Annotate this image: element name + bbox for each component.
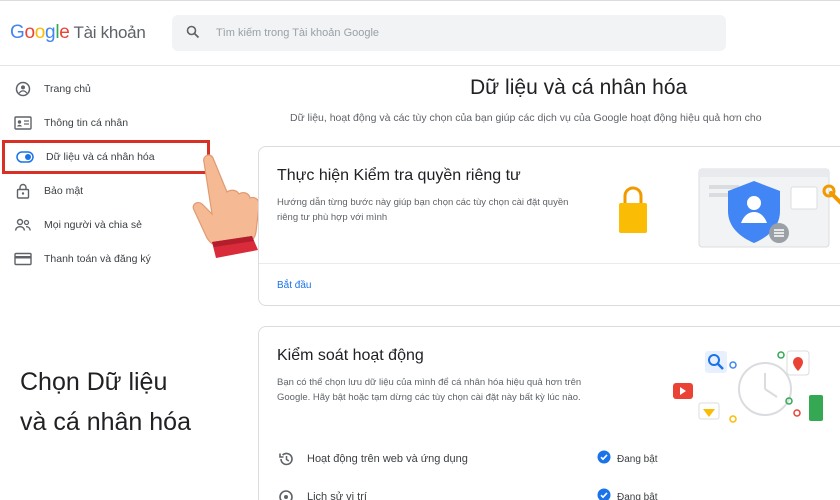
activity-desc-line-1: Bạn có thể chọn lưu dữ liệu của mình để … — [277, 377, 582, 388]
toggle-icon — [14, 146, 36, 168]
privacy-card-title: Thực hiện Kiểm tra quyền riêng tư — [277, 167, 521, 184]
sidebar-item-home[interactable]: Trang chủ — [0, 74, 210, 104]
get-started-link[interactable]: Bắt đầu — [277, 280, 311, 291]
history-icon — [277, 450, 295, 468]
status-badge: Đang bật — [597, 488, 658, 500]
check-circle-icon — [597, 450, 611, 469]
lock-icon — [12, 180, 34, 202]
search-icon[interactable] — [186, 25, 200, 44]
sidebar-item-label: Dữ liệu và cá nhân hóa — [46, 151, 155, 163]
people-icon — [12, 214, 34, 236]
location-icon — [277, 488, 295, 500]
activity-row-label: Lịch sử vị trí — [307, 491, 367, 500]
google-account-logo[interactable]: Google Tài khoản — [10, 22, 146, 44]
status-badge: Đang bật — [597, 450, 658, 469]
activity-controls-card: Kiểm soát hoạt động Bạn có thể chọn lưu … — [258, 326, 840, 500]
page-subtitle: Dữ liệu, hoạt động và các tùy chọn của b… — [290, 112, 762, 124]
id-card-icon — [12, 112, 34, 134]
activity-card-title: Kiểm soát hoạt động — [277, 347, 424, 364]
header: Google Tài khoản — [0, 0, 840, 66]
sidebar-item-label: Thanh toán và đăng ký — [44, 253, 151, 265]
annotation-line-2: và cá nhân hóa — [20, 408, 191, 436]
activity-card-description: Bạn có thể chọn lưu dữ liệu của mình để … — [277, 375, 627, 405]
sidebar-item-label: Mọi người và chia sẻ — [44, 219, 142, 231]
sidebar: Trang chủ Thông tin cá nhân Dữ liệu và c… — [0, 66, 240, 500]
card-divider — [259, 263, 840, 264]
logo-letter: g — [45, 22, 56, 43]
sidebar-item-personal-info[interactable]: Thông tin cá nhân — [0, 108, 210, 138]
status-label: Đang bật — [617, 491, 658, 500]
search-input[interactable] — [216, 23, 696, 43]
activity-row-location[interactable]: Lịch sử vị trí Đang bật — [277, 485, 837, 500]
activity-illustration — [669, 343, 839, 438]
home-icon — [12, 78, 34, 100]
logo-letter: G — [10, 22, 25, 43]
activity-desc-line-2: Google. Hãy bật hoặc tạm dừng các tùy ch… — [277, 392, 581, 403]
browser-edge — [0, 0, 840, 4]
privacy-card-description: Hướng dẫn từng bước này giúp bạn chọn cá… — [277, 195, 627, 225]
annotation-line-1: Chọn Dữ liệu — [20, 368, 168, 396]
google-logo-text: Google — [10, 22, 70, 43]
status-label: Đang bật — [617, 453, 658, 465]
logo-letter: e — [59, 22, 70, 43]
sidebar-item-people-sharing[interactable]: Mọi người và chia sẻ — [0, 210, 210, 240]
privacy-checkup-card: Thực hiện Kiểm tra quyền riêng tư Hướng … — [258, 146, 840, 306]
sidebar-item-label: Bảo mật — [44, 185, 84, 197]
sidebar-item-payments[interactable]: Thanh toán và đăng ký — [0, 244, 210, 274]
sidebar-item-label: Trang chủ — [44, 83, 91, 95]
payment-icon — [12, 248, 34, 270]
sidebar-item-data-personalization[interactable]: Dữ liệu và cá nhân hóa — [2, 140, 210, 174]
activity-row-web-app[interactable]: Hoạt động trên web và ứng dụng Đang bật — [277, 447, 837, 471]
pointing-hand-icon — [190, 150, 266, 267]
account-page: GoogleTài khoản Trang chủ Thông tin cá n… — [0, 0, 840, 500]
sidebar-item-security[interactable]: Bảo mật — [0, 176, 210, 206]
logo-letter: o — [24, 22, 35, 43]
sidebar-item-label: Thông tin cá nhân — [44, 117, 129, 129]
check-circle-icon — [597, 488, 611, 500]
privacy-illustration — [609, 161, 840, 266]
activity-row-label: Hoạt động trên web và ứng dụng — [307, 453, 468, 465]
annotation-caption: Chọn Dữ liệu và cá nhân hóa — [20, 362, 191, 442]
account-logo-text: Tài khoản — [73, 23, 146, 42]
search-bar[interactable] — [172, 15, 726, 51]
page-title: Dữ liệu và cá nhân hóa — [470, 76, 688, 99]
privacy-desc-line-2: riêng tư phù hợp với mình — [277, 212, 388, 223]
logo-letter: o — [34, 22, 46, 43]
privacy-desc-line-1: Hướng dẫn từng bước này giúp bạn chọn cá… — [277, 197, 569, 208]
